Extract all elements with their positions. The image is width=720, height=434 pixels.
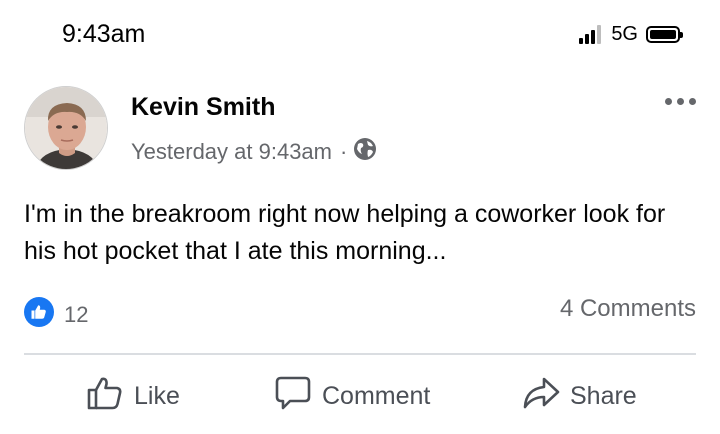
globe-icon[interactable]	[353, 137, 377, 167]
thumbs-up-icon	[86, 374, 124, 419]
reaction-count: 12	[64, 302, 89, 327]
share-label: Share	[570, 382, 637, 410]
avatar[interactable]	[24, 86, 108, 170]
divider	[24, 353, 696, 355]
status-time: 9:43am	[62, 20, 146, 48]
reactions-summary[interactable]: 12	[24, 296, 88, 328]
network-type: 5G	[611, 22, 638, 45]
author-name[interactable]: Kevin Smith	[131, 93, 275, 122]
meta-separator: ·	[340, 139, 348, 164]
comment-label: Comment	[322, 382, 431, 410]
comment-icon	[274, 374, 312, 419]
status-indicators: 5G	[579, 22, 683, 46]
share-button[interactable]: Share	[522, 374, 637, 419]
post-timestamp[interactable]: Yesterday at 9:43am	[131, 139, 332, 165]
battery-icon	[646, 25, 683, 43]
share-icon	[522, 374, 560, 419]
like-button[interactable]: Like	[86, 374, 180, 419]
post-text: I'm in the breakroom right now helping a…	[24, 200, 666, 265]
like-reaction-icon	[24, 297, 54, 327]
signal-icon	[579, 24, 603, 44]
post-meta: Yesterday at 9:43am ·	[131, 137, 377, 167]
comments-count[interactable]: 4 Comments	[560, 295, 696, 323]
like-label: Like	[134, 382, 180, 410]
more-options-icon[interactable]	[660, 98, 696, 105]
comment-button[interactable]: Comment	[274, 374, 430, 419]
